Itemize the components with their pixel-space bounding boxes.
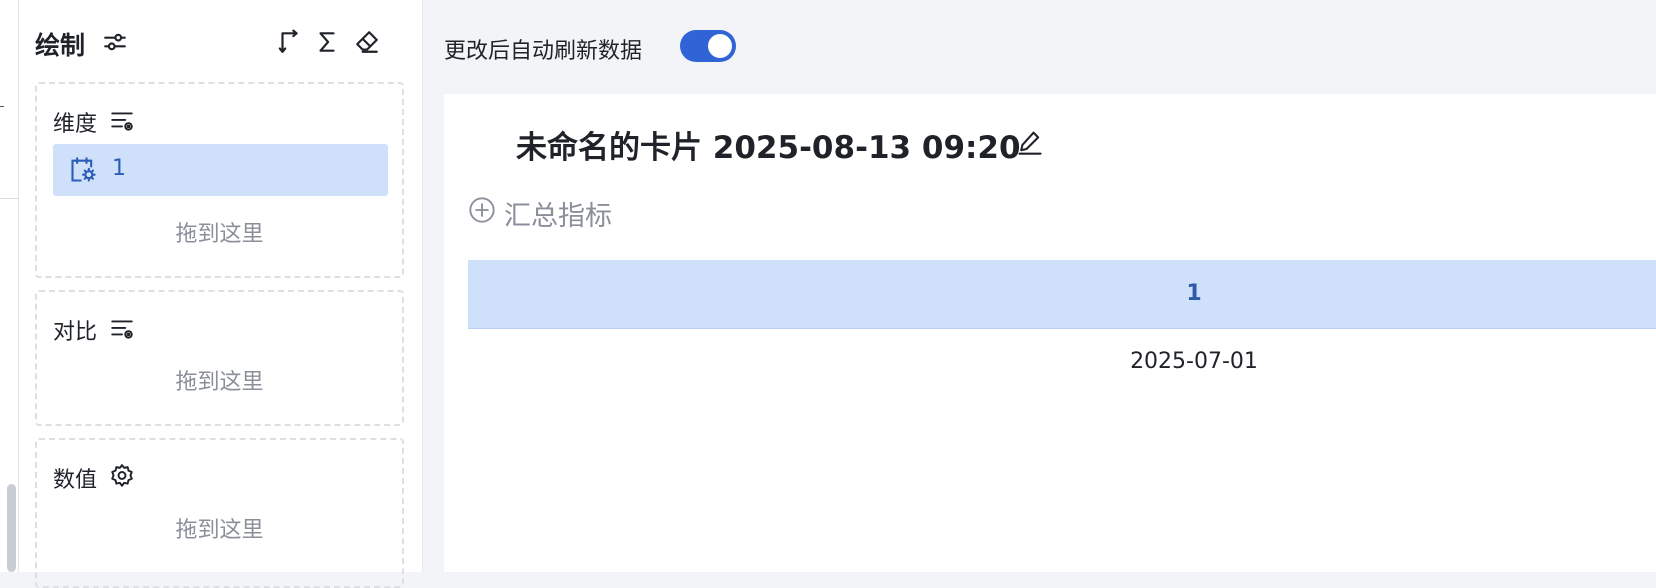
gear-icon[interactable] bbox=[109, 463, 135, 489]
dimension-item-label: 1 bbox=[112, 156, 126, 181]
drop-hint: 拖到这里 bbox=[175, 222, 264, 247]
dimension-item[interactable]: 1 bbox=[53, 144, 388, 196]
dimension-zone[interactable]: 维度 1 拖到这里 bbox=[35, 82, 404, 278]
sigma-icon[interactable] bbox=[313, 28, 341, 56]
card-title: 未命名的卡片 2025-08-13 09:20 bbox=[516, 130, 1021, 166]
table-header: 1 bbox=[468, 260, 1656, 329]
swap-axes-icon[interactable] bbox=[275, 28, 303, 56]
divider bbox=[0, 198, 18, 199]
panel-header: 绘制 bbox=[35, 24, 405, 60]
auto-refresh-toggle[interactable] bbox=[680, 30, 736, 62]
auto-refresh-label: 更改后自动刷新数据 bbox=[444, 39, 643, 64]
filter-list-icon[interactable] bbox=[109, 316, 135, 342]
compare-zone[interactable]: 对比 拖到这里 bbox=[35, 290, 404, 426]
filter-list-icon[interactable] bbox=[109, 108, 135, 134]
drop-hint: 拖到这里 bbox=[175, 370, 264, 395]
sliders-icon[interactable] bbox=[101, 28, 129, 56]
divider bbox=[0, 106, 4, 107]
value-zone[interactable]: 数值 拖到这里 bbox=[35, 438, 404, 588]
eraser-icon[interactable] bbox=[353, 28, 381, 56]
value-label: 数值 bbox=[53, 468, 98, 493]
dimension-label: 维度 bbox=[53, 112, 98, 137]
panel-title: 绘制 bbox=[35, 31, 86, 60]
column-header[interactable]: 1 bbox=[468, 260, 1656, 328]
drop-hint: 拖到这里 bbox=[175, 518, 264, 543]
scrollbar-thumb[interactable] bbox=[7, 484, 16, 572]
table-cell: 2025-07-01 bbox=[1130, 349, 1258, 374]
chart-card: 未命名的卡片 2025-08-13 09:20 汇总指标 1 2025-07-0… bbox=[444, 94, 1656, 572]
toggle-knob bbox=[708, 34, 732, 58]
calendar-settings-icon bbox=[71, 157, 96, 182]
edit-icon[interactable] bbox=[1016, 128, 1044, 156]
left-strip bbox=[0, 0, 19, 572]
add-circle-icon bbox=[469, 197, 495, 223]
add-metric-label: 汇总指标 bbox=[504, 201, 612, 232]
draw-panel: 绘制 维度 1 拖到这里 对比 拖到这里 数值 拖到这里 bbox=[19, 0, 423, 588]
compare-label: 对比 bbox=[53, 320, 98, 345]
table-row: 2025-07-01 bbox=[468, 328, 1656, 396]
